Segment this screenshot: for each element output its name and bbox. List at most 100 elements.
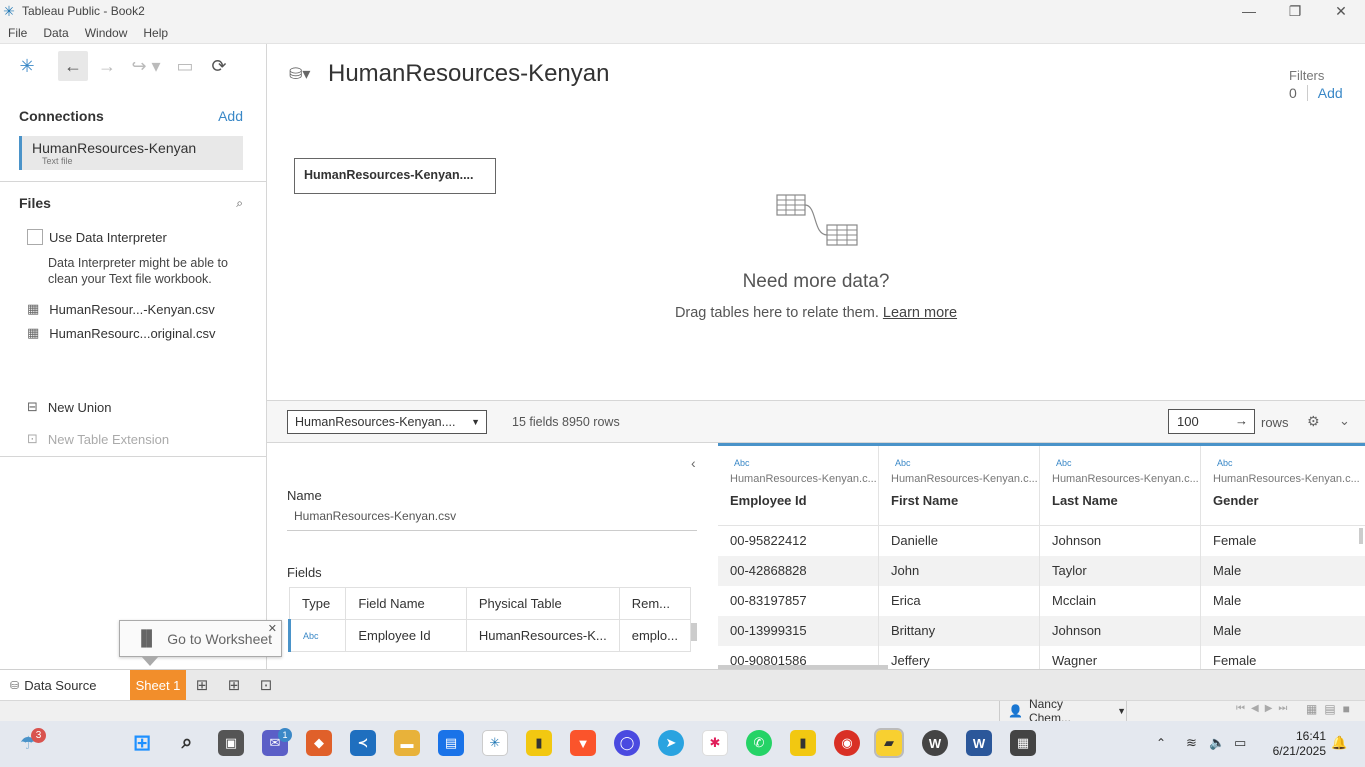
add-filter-link[interactable]: Add — [1318, 85, 1343, 101]
word-icon[interactable]: W — [966, 730, 992, 756]
settings-gear-icon[interactable]: ⚙ — [1307, 413, 1320, 430]
wordpress-icon[interactable]: W — [922, 730, 948, 756]
slack-icon[interactable]: ✱ — [702, 730, 728, 756]
column-header-field-name[interactable]: Field Name — [345, 587, 467, 620]
sheet-nav-icons[interactable]: ⏮◀▶⏭ — [1236, 703, 1293, 714]
view-mode-icons[interactable]: ▦▤■ — [1306, 702, 1357, 716]
signal-icon[interactable]: ◯ — [614, 730, 640, 756]
new-table-extension-item[interactable]: ⊡ New Table Extension — [19, 431, 243, 447]
search-files-icon[interactable]: ⌕ — [236, 196, 243, 211]
search-icon[interactable]: ⌕ — [174, 730, 200, 756]
grid-cell[interactable]: Johnson — [1040, 526, 1200, 556]
grid-cell[interactable]: 00-83197857 — [718, 586, 878, 616]
table-select[interactable]: HumanResources-Kenyan.... ▼ — [287, 410, 487, 434]
table-row[interactable]: Abc Employee Id HumanResources-K... empl… — [287, 619, 692, 652]
grid-cell[interactable]: Jeffery — [879, 646, 1039, 669]
user-menu[interactable]: 👤 Nancy Chem... ▼ — [999, 697, 1127, 725]
telegram-icon[interactable]: ➤ — [658, 730, 684, 756]
whatsapp-icon[interactable]: ✆ — [746, 730, 772, 756]
windows-start-icon[interactable]: ⊞ — [129, 730, 155, 756]
menu-help[interactable]: Help — [135, 26, 176, 40]
new-story-icon[interactable]: ⊡ — [250, 676, 282, 694]
column-header-type[interactable]: Type — [288, 587, 347, 620]
scrollbar[interactable] — [691, 623, 697, 641]
apply-arrow-icon[interactable]: → — [1235, 413, 1248, 428]
grid-cell[interactable]: Female — [1201, 526, 1365, 556]
vertical-scrollbar[interactable] — [1359, 528, 1363, 544]
field-name-cell[interactable]: Employee Id — [345, 619, 467, 652]
grid-cell[interactable]: Female — [1201, 646, 1365, 669]
type-abc-icon[interactable]: Abc — [1217, 458, 1365, 468]
save-icon[interactable]: ▭ — [170, 51, 200, 81]
notification-bell-icon[interactable]: 🔔 — [1331, 735, 1347, 751]
calculator-icon[interactable]: ▦ — [1010, 730, 1036, 756]
grid-column-header[interactable]: Abc HumanResources-Kenyan.c... Employee … — [718, 446, 878, 526]
name-field[interactable]: HumanResources-Kenyan.csv — [287, 509, 697, 531]
grid-column-header[interactable]: Abc HumanResources-Kenyan.c... Last Name — [1040, 446, 1200, 526]
sticky-notes-icon[interactable]: ▰ — [874, 728, 904, 758]
battery-icon[interactable]: ▭ — [1234, 735, 1246, 751]
app-icon[interactable]: ◉ — [834, 730, 860, 756]
add-connection-link[interactable]: Add — [218, 108, 243, 124]
column-header-physical-table[interactable]: Physical Table — [465, 587, 620, 620]
vscode-icon[interactable]: ≺ — [350, 730, 376, 756]
refresh-button[interactable]: ⟳ — [204, 51, 234, 81]
database-icon[interactable]: ⛁▾ — [289, 64, 310, 84]
grid-cell[interactable]: 00-13999315 — [718, 616, 878, 646]
rows-input[interactable]: 100 → — [1168, 409, 1255, 434]
grid-cell[interactable]: Erica — [879, 586, 1039, 616]
new-dashboard-icon[interactable]: ⊞ — [218, 676, 250, 694]
file-explorer-icon[interactable]: ▬ — [394, 730, 420, 756]
grid-cell[interactable]: Male — [1201, 556, 1365, 586]
grid-cell[interactable]: John — [879, 556, 1039, 586]
redo-button[interactable]: ↪ ▾ — [126, 51, 166, 81]
wifi-icon[interactable]: ≋ — [1186, 735, 1197, 751]
sheet1-tab[interactable]: Sheet 1 — [130, 670, 186, 700]
new-union-item[interactable]: ⊟ New Union — [19, 399, 243, 415]
connection-item[interactable]: HumanResources-Kenyan Text file — [19, 136, 243, 170]
grid-column-header[interactable]: Abc HumanResources-Kenyan.c... First Nam… — [879, 446, 1039, 526]
file-item[interactable]: ▦ HumanResour...-Kenyan.csv — [19, 301, 243, 317]
grid-cell[interactable]: Mcclain — [1040, 586, 1200, 616]
collapse-chevron-icon[interactable]: ‹ — [691, 455, 696, 471]
clock[interactable]: 16:41 6/21/2025 — [1262, 729, 1326, 759]
learn-more-link[interactable]: Learn more — [883, 305, 957, 321]
grid-cell[interactable]: Male — [1201, 586, 1365, 616]
type-abc-icon[interactable]: Abc — [895, 458, 1039, 468]
type-abc-icon[interactable]: Abc — [1056, 458, 1200, 468]
data-source-tab[interactable]: ⛁ Data Source — [0, 670, 130, 700]
datasource-title[interactable]: HumanResources-Kenyan — [328, 60, 609, 88]
menu-data[interactable]: Data — [35, 26, 76, 40]
power-bi-icon[interactable]: ▮ — [526, 730, 552, 756]
back-button[interactable]: ← — [58, 51, 88, 81]
table-chip[interactable]: HumanResources-Kenyan.... — [294, 158, 496, 194]
tableau-home-icon[interactable]: ✳ — [12, 51, 42, 81]
forward-button[interactable]: → — [92, 51, 122, 81]
menu-file[interactable]: File — [0, 26, 35, 40]
microsoft-store-icon[interactable]: ▤ — [438, 730, 464, 756]
copilot-icon[interactable]: ◆ — [306, 730, 332, 756]
volume-icon[interactable]: 🔈 — [1209, 735, 1225, 751]
type-abc-icon[interactable]: Abc — [287, 619, 347, 652]
chevron-down-icon[interactable]: ⌄ — [1339, 413, 1350, 429]
grid-cell[interactable]: 00-42868828 — [718, 556, 878, 586]
restore-button[interactable]: ❐ — [1272, 0, 1318, 22]
grid-cell[interactable]: Danielle — [879, 526, 1039, 556]
new-worksheet-icon[interactable]: ⊞ — [186, 676, 218, 694]
chevron-up-icon[interactable]: ⌃ — [1156, 736, 1166, 750]
grid-cell[interactable]: Male — [1201, 616, 1365, 646]
task-view-icon[interactable]: ▣ — [218, 730, 244, 756]
minimize-button[interactable]: — — [1226, 0, 1272, 22]
file-item[interactable]: ▦ HumanResourc...original.csv — [19, 325, 243, 341]
grid-column-header[interactable]: Abc HumanResources-Kenyan.c... Gender — [1201, 446, 1365, 526]
close-tooltip-icon[interactable]: ✕ — [268, 622, 277, 635]
tableau-taskbar-icon[interactable]: ✳ — [482, 730, 508, 756]
menu-window[interactable]: Window — [77, 26, 136, 40]
type-abc-icon[interactable]: Abc — [734, 458, 878, 468]
brave-browser-icon[interactable]: ▼ — [570, 730, 596, 756]
grid-cell[interactable]: Johnson — [1040, 616, 1200, 646]
data-interpreter-checkbox[interactable] — [27, 229, 43, 245]
go-to-worksheet-tooltip[interactable]: ▐▌ Go to Worksheet ✕ — [119, 620, 282, 657]
grid-cell[interactable]: 00-95822412 — [718, 526, 878, 556]
close-window-button[interactable]: ✕ — [1318, 0, 1364, 22]
